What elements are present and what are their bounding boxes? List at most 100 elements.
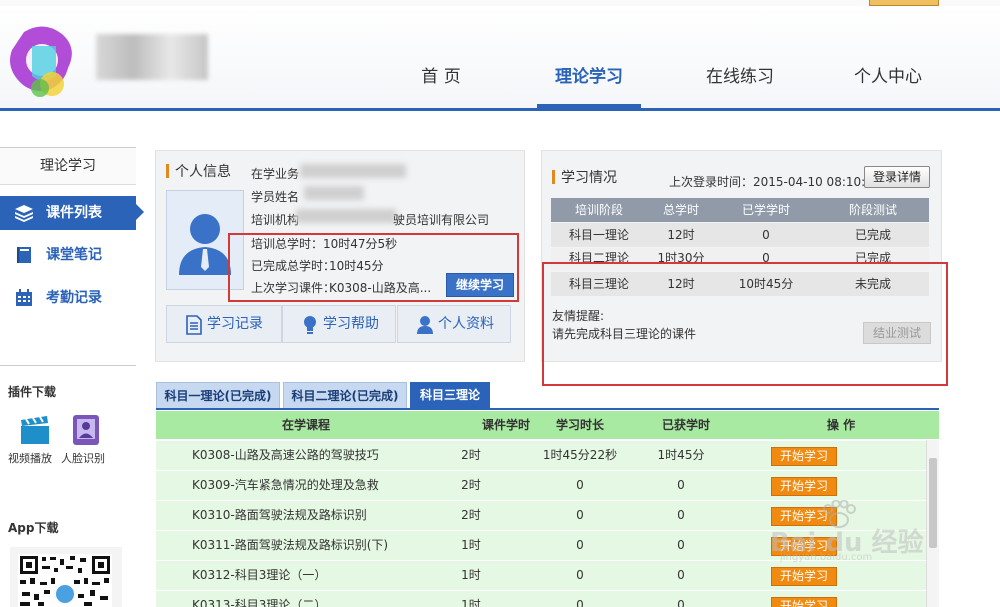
section-marker	[552, 170, 555, 184]
course-hours: 2时	[461, 478, 481, 492]
course-name: K0308-山路及高速公路的驾驶技巧	[192, 448, 379, 462]
course-col-earned: 已获学时	[661, 418, 710, 432]
face-id-icon[interactable]	[70, 414, 102, 446]
table-row: K0308-山路及高速公路的驾驶技巧 2时 1时45分22秒 1时45分 开始学…	[156, 440, 926, 470]
sidebar-item-label: 课堂笔记	[46, 247, 102, 263]
start-study-button[interactable]: 开始学习	[771, 507, 837, 526]
course-duration: 0	[576, 568, 584, 582]
stats-table-header: 培训阶段 总学时 已学学时 阶段测试	[551, 198, 929, 222]
button-label: 个人资料	[438, 316, 494, 332]
org-label: 培训机构	[251, 213, 300, 227]
org-value-blurred	[296, 209, 396, 223]
sidebar-active-arrow	[136, 204, 144, 220]
course-duration: 0	[576, 478, 584, 492]
course-name: K0312-科目3理论（一）	[192, 568, 327, 582]
study-status-title: 学习情况	[561, 170, 617, 186]
course-earned: 0	[677, 508, 685, 522]
plugins-title: 插件下载	[8, 385, 57, 399]
course-table-body: K0308-山路及高速公路的驾驶技巧 2时 1时45分22秒 1时45分 开始学…	[156, 440, 939, 607]
course-earned: 0	[677, 598, 685, 607]
plugin-label-video[interactable]: 视频播放	[8, 450, 52, 466]
profile-button[interactable]: 个人资料	[397, 305, 511, 343]
stats-cell: 科目一理论	[568, 228, 629, 242]
sidebar-item-notes[interactable]: 课堂笔记	[0, 238, 136, 272]
highlight-box-subject3	[542, 262, 948, 386]
course-hours: 1时	[461, 598, 481, 607]
nav-practice[interactable]: 在线练习	[688, 62, 792, 92]
table-row: K0310-路面驾驶法规及路标识别 2时 0 0 开始学习	[156, 500, 926, 530]
nav-personal-center[interactable]: 个人中心	[838, 62, 938, 92]
login-detail-button[interactable]: 登录详情	[864, 166, 930, 188]
course-hours: 1时	[461, 568, 481, 582]
plugin-label-face[interactable]: 人脸识别	[61, 450, 105, 466]
notebook-icon	[17, 247, 31, 263]
course-name: K0311-路面驾驶法规及路标识别(下)	[192, 538, 389, 552]
table-row: K0309-汽车紧急情况的处理及急救 2时 0 0 开始学习	[156, 470, 926, 500]
header-divider	[0, 108, 1000, 111]
course-earned: 0	[677, 538, 685, 552]
course-name: K0309-汽车紧急情况的处理及急救	[192, 478, 379, 492]
course-col-action: 操 作	[826, 418, 856, 432]
course-hours: 1时	[461, 538, 481, 552]
tab-subject2[interactable]: 科目二理论(已完成)	[283, 382, 407, 410]
course-name: K0310-路面驾驶法规及路标识别	[192, 508, 367, 522]
sidebar-item-attendance[interactable]: 考勤记录	[0, 281, 136, 315]
course-duration: 0	[576, 508, 584, 522]
sidebar-divider	[0, 365, 136, 366]
button-label: 学习记录	[207, 316, 263, 332]
table-row: K0311-路面驾驶法规及路标识别(下) 1时 0 0 开始学习	[156, 530, 926, 560]
start-study-button[interactable]: 开始学习	[771, 477, 837, 496]
sidebar-item-courseware[interactable]: 课件列表	[0, 196, 136, 230]
business-label: 在学业务	[251, 167, 300, 181]
table-row: K0312-科目3理论（一） 1时 0 0 开始学习	[156, 560, 926, 590]
start-study-button[interactable]: 开始学习	[771, 567, 837, 586]
course-duration: 1时45分22秒	[542, 448, 618, 462]
course-duration: 0	[576, 538, 584, 552]
course-table-header: 在学课程 课件学时 学习时长 已获学时 操 作	[156, 411, 939, 439]
tab-subject1[interactable]: 科目一理论(已完成)	[156, 382, 280, 410]
app-download-title: App下载	[8, 521, 59, 535]
course-earned: 0	[677, 478, 685, 492]
lightbulb-icon	[304, 316, 316, 334]
sidebar-item-label: 考勤记录	[46, 290, 102, 306]
course-hours: 2时	[461, 448, 481, 462]
stats-cell: 已完成	[854, 228, 891, 242]
qr-code-image[interactable]	[18, 554, 112, 607]
calendar-icon	[16, 289, 32, 306]
table-row: K0313-科目3理论（二） 1时 0 0 开始学习	[156, 590, 926, 607]
sidebar-title: 理论学习	[0, 147, 136, 185]
stats-col-learned: 已学学时	[741, 203, 790, 217]
stats-col-stage: 培训阶段	[574, 203, 623, 217]
course-duration: 0	[576, 598, 584, 607]
book-stack-icon	[15, 205, 33, 222]
nav-theory[interactable]: 理论学习	[537, 62, 641, 92]
course-col-name: 在学课程	[281, 418, 330, 432]
stats-col-test: 阶段测试	[848, 203, 897, 217]
start-study-button[interactable]: 开始学习	[771, 537, 837, 556]
study-help-button[interactable]: 学习帮助	[282, 305, 396, 343]
course-hours: 2时	[461, 508, 481, 522]
tab-subject3[interactable]: 科目三理论	[410, 382, 490, 409]
course-earned: 0	[677, 568, 685, 582]
name-label: 学员姓名	[251, 190, 300, 204]
name-value-blurred	[304, 186, 364, 200]
stats-col-total: 总学时	[662, 203, 699, 217]
course-col-duration: 学习时长	[555, 418, 604, 432]
study-record-button[interactable]: 学习记录	[166, 305, 282, 343]
stats-cell: 12时	[667, 228, 695, 242]
site-logo	[10, 26, 72, 97]
business-value-blurred	[300, 164, 406, 178]
scrollbar-thumb[interactable]	[929, 458, 937, 548]
course-name: K0313-科目3理论（二）	[192, 598, 327, 607]
personal-info-title: 个人信息	[175, 164, 231, 180]
table-scrollbar[interactable]	[926, 440, 939, 607]
start-study-button[interactable]: 开始学习	[771, 597, 837, 607]
tab-underline	[156, 408, 939, 410]
nav-home[interactable]: 首 页	[396, 62, 486, 92]
stats-row: 科目一理论 12时 0 已完成	[551, 223, 929, 247]
person-icon	[417, 316, 433, 334]
clapperboard-icon[interactable]	[19, 414, 51, 446]
highlight-box-hours	[228, 233, 519, 302]
start-study-button[interactable]: 开始学习	[771, 447, 837, 466]
button-label: 学习帮助	[323, 316, 379, 332]
